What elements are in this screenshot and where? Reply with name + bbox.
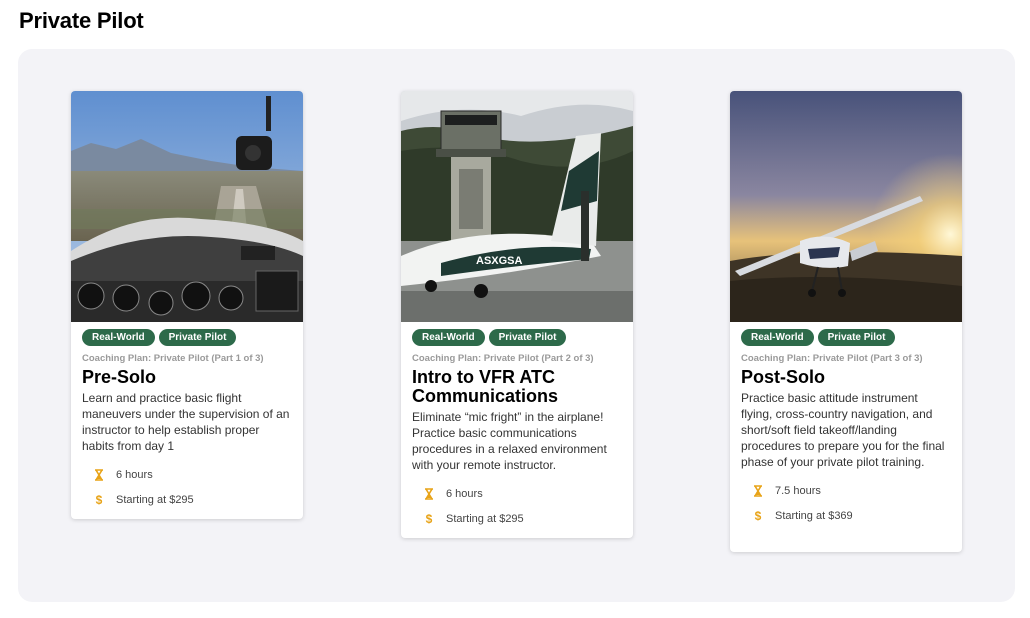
- tag-list: Real-World Private Pilot: [741, 329, 951, 346]
- duration-row: 6 hours: [82, 462, 292, 487]
- card-title[interactable]: Intro to VFR ATC Communications: [412, 368, 622, 406]
- hourglass-icon: [741, 484, 775, 497]
- coaching-plan-label: Coaching Plan: Private Pilot (Part 3 of …: [741, 353, 923, 364]
- dollar-icon: $: [425, 511, 433, 526]
- coaching-plan-card-pre-solo[interactable]: Real-World Private Pilot Coaching Plan: …: [71, 91, 303, 519]
- price-text: Starting at $295: [116, 493, 194, 506]
- hourglass-icon: [82, 468, 116, 481]
- card-description: Learn and practice basic flight maneuver…: [82, 391, 290, 453]
- tag-real-world[interactable]: Real-World: [412, 329, 485, 346]
- card-title[interactable]: Post-Solo: [741, 368, 951, 387]
- tag-list: Real-World Private Pilot: [82, 329, 292, 346]
- coaching-plan-card-vfr-atc[interactable]: ASXGSA Real-World Private Pilot Coaching…: [401, 91, 633, 538]
- card-description: Eliminate “mic fright” in the airplane! …: [412, 410, 607, 472]
- control-tower-aircraft-image: ASXGSA: [401, 91, 633, 322]
- duration-text: 6 hours: [116, 468, 153, 481]
- coaching-plan-label: Coaching Plan: Private Pilot (Part 2 of …: [412, 353, 594, 364]
- dollar-icon: $: [754, 508, 762, 523]
- tag-real-world[interactable]: Real-World: [741, 329, 814, 346]
- tag-real-world[interactable]: Real-World: [82, 329, 155, 346]
- cockpit-view-landing-image: [71, 91, 303, 322]
- card-description: Practice basic attitude instrument flyin…: [741, 391, 945, 469]
- tag-private-pilot[interactable]: Private Pilot: [488, 329, 567, 346]
- coaching-plan-label: Coaching Plan: Private Pilot (Part 1 of …: [82, 353, 264, 364]
- duration-text: 7.5 hours: [775, 484, 821, 497]
- duration-text: 6 hours: [446, 487, 483, 500]
- page-title: Private Pilot: [19, 8, 144, 33]
- tag-private-pilot[interactable]: Private Pilot: [817, 329, 896, 346]
- price-text: Starting at $369: [775, 509, 853, 522]
- aircraft-tail-number: ASXGSA: [476, 255, 523, 267]
- plane-sunset-image: [730, 91, 962, 322]
- tag-private-pilot[interactable]: Private Pilot: [158, 329, 237, 346]
- tag-list: Real-World Private Pilot: [412, 329, 622, 346]
- dollar-icon: $: [95, 492, 103, 507]
- coaching-plan-card-post-solo[interactable]: Real-World Private Pilot Coaching Plan: …: [730, 91, 962, 552]
- duration-row: 7.5 hours: [741, 478, 951, 503]
- hourglass-icon: [412, 487, 446, 500]
- price-row: $ Starting at $369: [741, 503, 951, 528]
- duration-row: 6 hours: [412, 481, 622, 506]
- card-title[interactable]: Pre-Solo: [82, 368, 292, 387]
- price-row: $ Starting at $295: [412, 506, 622, 531]
- price-row: $ Starting at $295: [82, 487, 292, 512]
- price-text: Starting at $295: [446, 512, 524, 525]
